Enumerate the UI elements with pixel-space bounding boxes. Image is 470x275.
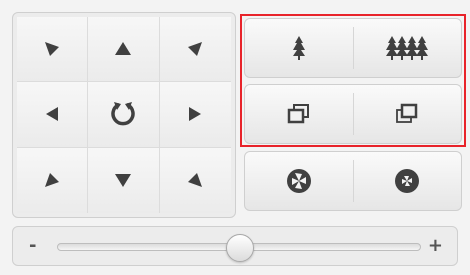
arrow-up-right-icon bbox=[188, 42, 203, 57]
focus-far-button[interactable] bbox=[354, 85, 462, 143]
iris-open-icon bbox=[286, 169, 311, 193]
direction-pad bbox=[12, 12, 236, 218]
zoom-in-tree-icon bbox=[292, 36, 305, 60]
speed-slider-panel: - + bbox=[12, 226, 458, 266]
arrow-up-icon bbox=[115, 42, 132, 56]
slider-increase-button[interactable]: + bbox=[428, 237, 443, 255]
arrow-left-icon bbox=[46, 107, 59, 122]
iris-close-icon bbox=[395, 169, 420, 193]
focus-near-button[interactable] bbox=[245, 85, 353, 143]
arrow-down-right-icon bbox=[188, 173, 203, 188]
iris-open-button[interactable] bbox=[245, 152, 353, 210]
speed-slider-track[interactable] bbox=[57, 234, 421, 262]
speed-slider-thumb[interactable] bbox=[226, 234, 254, 262]
pan-right-button[interactable] bbox=[159, 82, 231, 148]
pan-down-button[interactable] bbox=[88, 147, 160, 213]
focus-far-icon bbox=[396, 103, 418, 123]
zoom-out-trees-icon bbox=[386, 36, 429, 60]
iris-close-button[interactable] bbox=[354, 152, 462, 210]
arrow-up-left-icon bbox=[45, 42, 60, 57]
focus-control-group bbox=[244, 84, 462, 144]
arrow-down-left-icon bbox=[45, 173, 60, 188]
pan-up-left-button[interactable] bbox=[17, 17, 89, 83]
zoom-control-group bbox=[244, 18, 462, 78]
arrow-down-icon bbox=[115, 174, 132, 188]
auto-rotate-button[interactable] bbox=[88, 82, 160, 148]
arrow-right-icon bbox=[189, 107, 202, 122]
pan-up-right-button[interactable] bbox=[159, 17, 231, 83]
pan-left-button[interactable] bbox=[17, 82, 89, 148]
iris-control-group bbox=[244, 151, 462, 211]
zoom-out-button[interactable] bbox=[354, 19, 462, 77]
pan-up-button[interactable] bbox=[88, 17, 160, 83]
pan-down-left-button[interactable] bbox=[17, 147, 89, 213]
zoom-in-button[interactable] bbox=[245, 19, 353, 77]
pan-down-right-button[interactable] bbox=[159, 147, 231, 213]
focus-near-icon bbox=[287, 104, 309, 124]
slider-decrease-button[interactable]: - bbox=[29, 237, 36, 255]
auto-rotate-icon bbox=[111, 102, 136, 126]
